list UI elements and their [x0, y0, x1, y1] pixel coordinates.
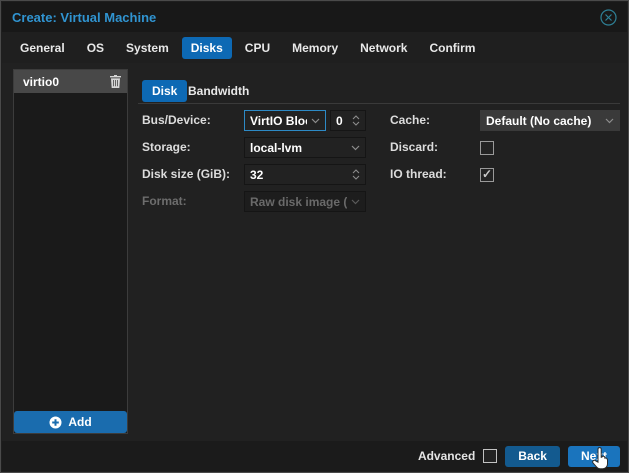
next-button[interactable]: Next: [568, 446, 620, 467]
bus-device-number-spinner[interactable]: 0: [330, 110, 366, 131]
tab-memory[interactable]: Memory: [283, 37, 347, 59]
format-select: Raw disk image (raw: [244, 191, 366, 212]
subtab-bandwidth[interactable]: Bandwidth: [188, 84, 249, 98]
delete-disk-icon[interactable]: [110, 75, 121, 88]
io-thread-label: IO thread:: [390, 164, 447, 185]
disk-size-label: Disk size (GiB):: [142, 164, 230, 185]
close-icon[interactable]: [599, 8, 617, 26]
tab-general[interactable]: General: [11, 37, 74, 59]
spinner-arrows-icon[interactable]: [348, 169, 360, 180]
add-disk-button[interactable]: Add: [14, 411, 127, 433]
storage-label: Storage:: [142, 137, 191, 158]
add-disk-label: Add: [68, 415, 91, 429]
wizard-tabbar: General OS System Disks CPU Memory Netwo…: [2, 32, 627, 63]
advanced-label: Advanced: [418, 449, 475, 463]
chevron-down-icon: [601, 118, 614, 124]
subtab-disk[interactable]: Disk: [142, 80, 187, 102]
bus-device-select[interactable]: VirtIO Block: [244, 110, 326, 131]
io-thread-checkbox[interactable]: [480, 168, 494, 182]
bus-device-label: Bus/Device:: [142, 110, 211, 131]
format-label: Format:: [142, 191, 187, 212]
dialog-titlebar: Create: Virtual Machine: [2, 2, 627, 32]
tab-cpu[interactable]: CPU: [236, 37, 279, 59]
chevron-down-icon: [307, 118, 320, 124]
chevron-down-icon: [347, 145, 360, 151]
dialog-footer: Advanced Back Next: [2, 441, 627, 471]
advanced-checkbox[interactable]: [483, 449, 497, 463]
cache-select[interactable]: Default (No cache): [480, 110, 620, 131]
back-button[interactable]: Back: [505, 446, 560, 467]
tab-disks[interactable]: Disks: [182, 37, 232, 59]
storage-select[interactable]: local-lvm: [244, 137, 366, 158]
disk-item-label: virtio0: [23, 75, 59, 89]
disk-list-panel: virtio0 Add: [13, 69, 128, 434]
tab-network[interactable]: Network: [351, 37, 416, 59]
chevron-down-icon: [347, 199, 360, 205]
discard-checkbox[interactable]: [480, 141, 494, 155]
tab-system[interactable]: System: [117, 37, 178, 59]
tab-os[interactable]: OS: [78, 37, 113, 59]
create-vm-dialog: Create: Virtual Machine General OS Syste…: [0, 0, 629, 473]
subtab-divider: [138, 103, 620, 104]
disks-tab-content: virtio0 Add: [2, 63, 627, 442]
spinner-arrows-icon[interactable]: [348, 115, 360, 126]
disk-list-item-virtio0[interactable]: virtio0: [14, 70, 127, 93]
cache-label: Cache:: [390, 110, 430, 131]
disk-size-spinner[interactable]: 32: [244, 164, 366, 185]
discard-label: Discard:: [390, 137, 438, 158]
dialog-title: Create: Virtual Machine: [12, 10, 156, 25]
tab-confirm[interactable]: Confirm: [420, 37, 484, 59]
plus-circle-icon: [49, 416, 62, 429]
